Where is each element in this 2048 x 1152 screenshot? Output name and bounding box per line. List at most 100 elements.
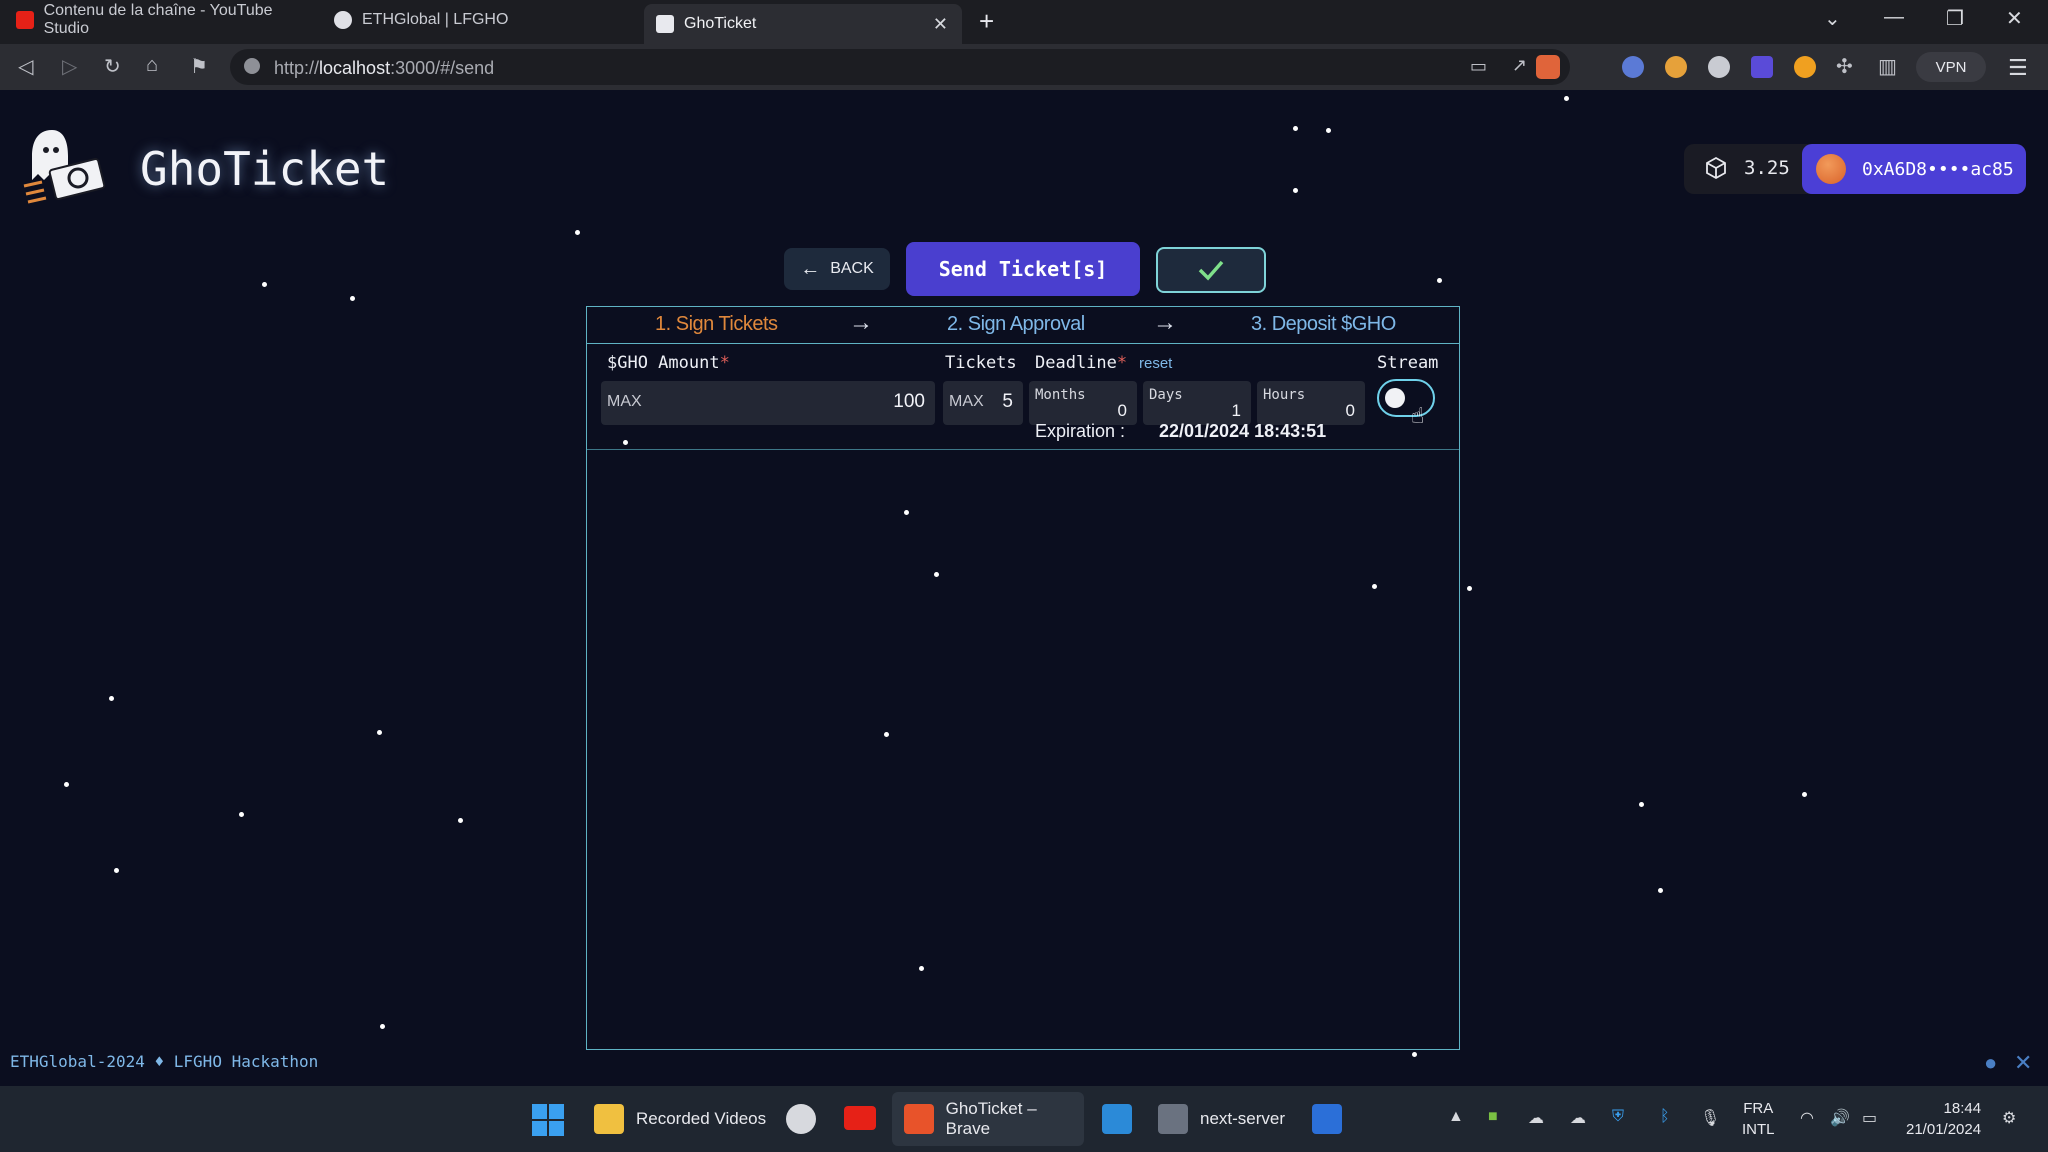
puzzle-icon[interactable]: ✣ [1836,54,1853,79]
star [262,282,267,287]
tab-ethglobal[interactable]: ETHGlobal | LFGHO [334,0,634,40]
volume-icon[interactable]: 🔊 [1830,1108,1850,1128]
brave-shield-icon[interactable] [1536,55,1560,79]
network-balance[interactable]: 3.25 [1704,156,1790,180]
taskbar-item-recorded-videos[interactable]: Recorded Videos [594,1086,766,1152]
ethereum-icon: ♦ [154,1052,165,1071]
star [1564,96,1569,101]
battery-icon[interactable]: ▭ [1862,1108,1877,1128]
youtube-icon[interactable] [844,1106,876,1130]
clock-date: 21/01/2024 [1906,1121,1982,1138]
reload-icon[interactable]: ↻ [104,54,121,79]
steps-bar: 1. Sign Tickets → 2. Sign Approval → 3. … [587,307,1459,344]
brave-icon [904,1104,934,1134]
minimize-icon[interactable]: — [1884,6,1904,29]
extension-icon[interactable] [1665,56,1687,78]
close-tab-icon[interactable]: ✕ [933,14,948,35]
forward-nav-icon[interactable]: ▷ [62,54,77,79]
new-tab-icon[interactable]: + [979,6,994,37]
max-button[interactable]: MAX [949,393,984,411]
extension-icon[interactable] [1751,56,1773,78]
months-field[interactable]: Months 0 [1029,381,1137,425]
star [109,696,114,701]
keyboard-layout: INTL [1742,1121,1775,1138]
restore-icon[interactable]: ❐ [1946,6,1964,31]
cloud-icon[interactable]: ☁ [1528,1108,1544,1128]
days-field[interactable]: Days 1 [1143,381,1251,425]
taskbar: Recorded Videos GhoTicket – Brave next-s… [0,1086,2048,1152]
vpn-button[interactable]: VPN [1916,52,1986,82]
step-sign-approval: 2. Sign Approval [947,313,1085,335]
microphone-icon[interactable]: 🎙 [1700,1108,1720,1128]
tab-search-icon[interactable]: ⌄ [1824,6,1841,31]
tickets-field[interactable]: MAX 5 [943,381,1023,425]
site-info-icon[interactable] [244,58,260,74]
terminal-icon [1158,1104,1188,1134]
stream-toggle[interactable] [1377,379,1435,417]
tab-youtube-studio[interactable]: Contenu de la chaîne - YouTube Studio [16,0,316,40]
nvidia-icon[interactable]: ■ [1488,1108,1498,1126]
language-indicator[interactable]: FRA INTL [1742,1098,1775,1140]
hours-field[interactable]: Hours 0 [1257,381,1365,425]
tab-ghoticket[interactable]: GhoTicket ✕ [644,4,962,44]
send-label: Send Ticket[s] [938,257,1108,281]
toggle-knob [1385,388,1405,408]
notification-icon[interactable]: ⚙ [2002,1108,2016,1128]
footer-credit[interactable]: ETHGlobal-2024 ♦ LFGHO Hackathon [10,1052,318,1071]
vscode-icon[interactable] [1102,1104,1132,1134]
cast-icon[interactable]: ▭ [1470,56,1487,77]
share-icon[interactable]: ↗ [1512,55,1527,76]
defender-icon[interactable]: ⛨ [1612,1108,1624,1126]
expiration-value: 22/01/2024 18:43:51 [1159,421,1327,441]
taskbar-item-ghoticket-brave[interactable]: GhoTicket – Brave [892,1092,1084,1146]
account-button[interactable]: 0xA6D8••••ac85 [1802,144,2026,194]
max-button[interactable]: MAX [607,393,642,411]
extension-icon[interactable] [1622,56,1644,78]
page-content: GhoTicket 3.25 0xA6D8••••ac85 ← BACK Sen… [0,90,2048,1086]
back-nav-icon[interactable]: ◁ [18,54,33,79]
star [64,782,69,787]
reset-link[interactable]: reset [1139,355,1172,372]
extension-icon[interactable] [1708,56,1730,78]
taskbar-label: Recorded Videos [636,1109,767,1128]
todo-icon[interactable] [1312,1104,1342,1134]
windows-start-icon[interactable] [532,1104,564,1136]
amount-field[interactable]: MAX 100 [601,381,935,425]
onedrive-icon[interactable]: ☁ [1570,1108,1586,1128]
url-bar[interactable]: http://localhost:3000/#/send ▭ ↗ [230,49,1570,85]
github-icon[interactable]: ● [1984,1050,1997,1076]
avatar [1816,154,1846,184]
lang-code: FRA [1743,1100,1774,1117]
star [377,730,382,735]
chatgpt-icon[interactable] [786,1104,816,1134]
star [1802,792,1807,797]
divider [587,449,1459,450]
bluetooth-icon[interactable]: ᛒ [1660,1108,1670,1126]
clock-time: 18:44 [1943,1100,1982,1117]
vpn-label: VPN [1935,58,1967,76]
menu-icon[interactable]: ☰ [2008,55,2028,81]
months-value: 0 [1117,401,1127,420]
x-icon[interactable]: ✕ [2014,1050,2032,1076]
hours-label: Hours [1263,387,1306,403]
amount-label: $GHO Amount* [607,353,730,373]
send-tickets-button[interactable]: Send Ticket[s] [906,242,1140,296]
taskbar-item-next-server[interactable]: next-server [1158,1086,1285,1152]
cursor-icon: ☝ [1411,403,1425,428]
home-icon[interactable]: ⌂ [146,54,158,77]
sidebar-icon[interactable]: ▥ [1878,54,1897,79]
tray-app-icon[interactable]: ▲ [1448,1108,1464,1126]
extension-icon[interactable] [1794,56,1816,78]
star [114,868,119,873]
wallet-widget[interactable]: 3.25 0xA6D8••••ac85 [1684,144,2026,194]
bookmark-icon[interactable]: ⚑ [190,54,208,79]
back-button[interactable]: ← BACK [784,248,890,290]
system-clock[interactable]: 18:44 21/01/2024 [1906,1098,1981,1140]
days-label: Days [1149,387,1183,403]
close-window-icon[interactable]: ✕ [2006,6,2023,31]
star [380,1024,385,1029]
wifi-icon[interactable]: ◠ [1800,1108,1814,1128]
confirm-button[interactable] [1156,247,1266,293]
hackathon-label: LFGHO Hackathon [173,1052,319,1071]
taskbar-label: GhoTicket – Brave [945,1099,1037,1138]
